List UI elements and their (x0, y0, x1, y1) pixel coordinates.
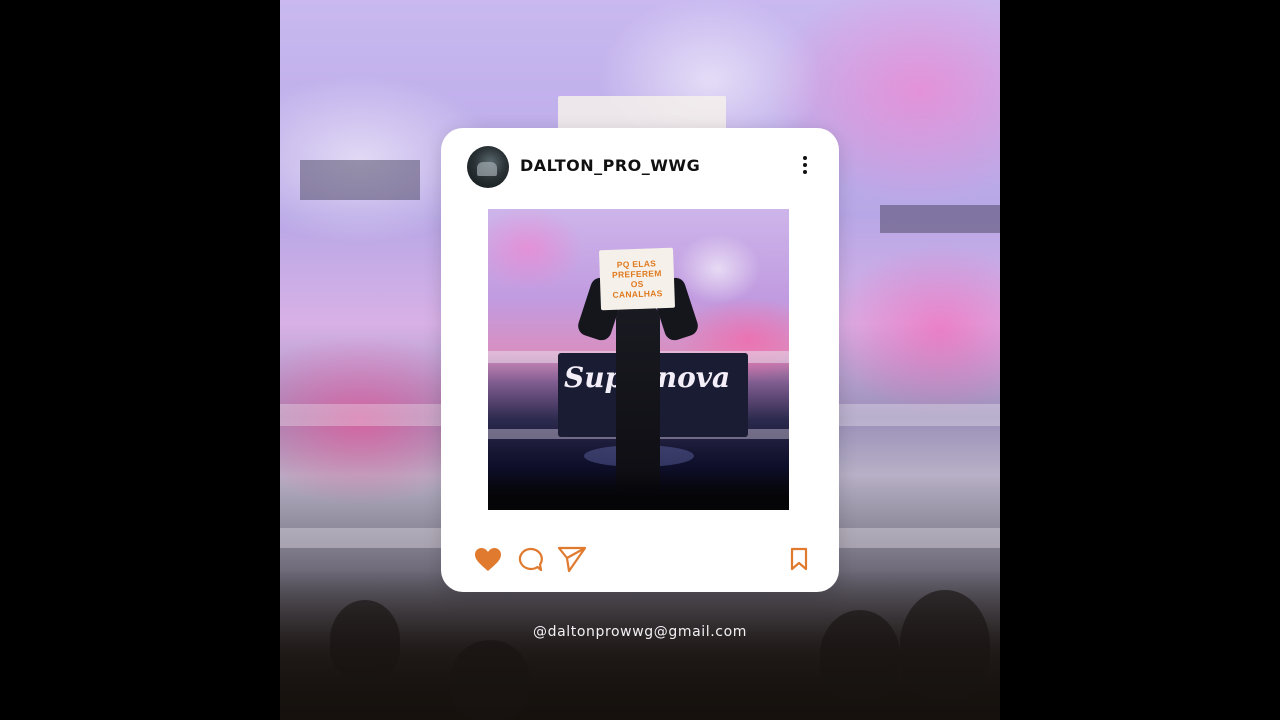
more-vertical-icon[interactable] (799, 156, 811, 178)
crowd-head (900, 590, 990, 700)
placard: PQ ELAS PREFEREM OS CANALHAS (598, 247, 676, 311)
keyboard-stand (300, 160, 420, 200)
placard-line: OS (630, 278, 644, 290)
comment-bubble-icon[interactable] (517, 547, 543, 578)
post-username[interactable]: DALTON_PRO_WWG (520, 156, 700, 175)
keyboard-stand (880, 205, 1000, 233)
crowd-head (450, 640, 530, 720)
crowd-silhouette (488, 470, 789, 510)
post-photo[interactable]: Supernova PQ ELAS PREFEREM OS CANALHAS (488, 209, 789, 510)
post-card: DALTON_PRO_WWG Supernova PQ ELAS PREFERE… (441, 128, 839, 592)
contact-email: @daltonprowwg@gmail.com (532, 624, 747, 640)
send-icon[interactable] (557, 545, 587, 578)
avatar[interactable] (467, 146, 509, 188)
heart-icon[interactable] (474, 547, 502, 578)
performer (616, 303, 660, 493)
crowd-head (330, 600, 400, 680)
bookmark-icon[interactable] (789, 547, 809, 576)
placard-line: CANALHAS (612, 288, 663, 300)
